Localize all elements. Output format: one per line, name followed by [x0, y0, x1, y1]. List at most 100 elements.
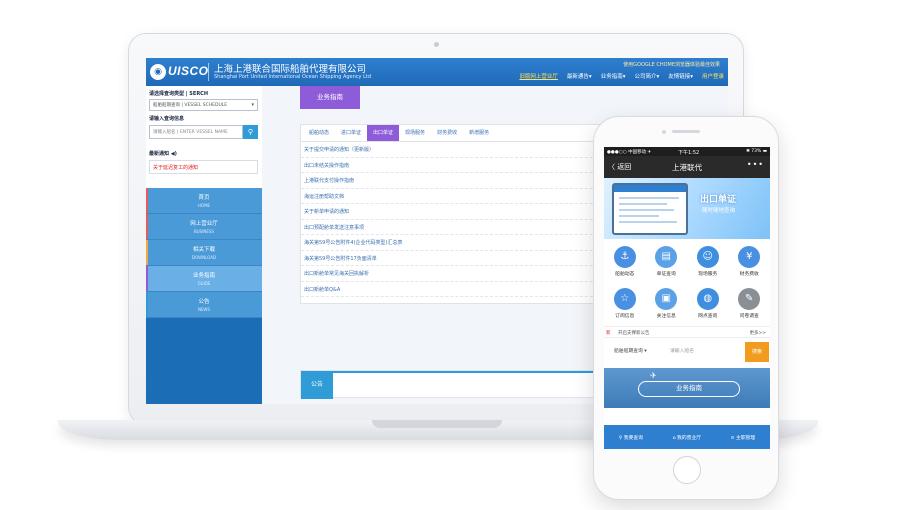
menu-item-business[interactable]: 网上营业厅 BUSINESS	[146, 214, 262, 240]
feature-onsite-service[interactable]: ☺ 现场服务	[687, 241, 729, 283]
nav-latest-notice[interactable]: 最新通告▾	[567, 72, 592, 80]
menu-label-en: HOME	[197, 203, 211, 208]
feature-label: 网点查询	[698, 314, 718, 319]
feature-label: 问卷调查	[739, 314, 759, 319]
globe-icon: ◍	[696, 288, 719, 310]
menu-label-en: DOWNLOAD	[191, 255, 217, 260]
menu-item-news[interactable]: 公告 NEWS	[146, 292, 262, 318]
carrier-status: ●●●○○ 中国移动 ✈	[607, 150, 652, 155]
feature-follow[interactable]: ▣ 关注信息	[646, 283, 688, 325]
phone-home-button[interactable]	[673, 456, 701, 484]
chevron-down-icon: ▾	[251, 102, 254, 108]
phone-title: 上港联代	[672, 163, 702, 172]
menu-label-en: GUIDE	[197, 281, 211, 286]
site-header: ◉ UISCO 上海上港联合国际船舶代理有限公司 Shanghai Port U…	[146, 58, 728, 86]
chat-icon: ✎	[738, 288, 761, 310]
star-icon: ☆	[613, 288, 636, 310]
menu-item-download[interactable]: 相关下载 DOWNLOAD	[146, 240, 262, 266]
query-input-label: 请输入查询信息	[149, 116, 185, 122]
feature-grid: ⚓ 船舶动态 ▤ 单证查询 ☺ 现场服务 ¥ 财务费收 ☆ 订阅信息 ▣ 关注信…	[604, 241, 770, 325]
top-nav: 旧版网上营业厅 最新通告▾ 业务指南▾ 公司简介▾ 友情链接▾ 用户登录	[519, 72, 724, 80]
menu-accent-bar	[146, 292, 148, 317]
person-icon: ☺	[696, 246, 719, 268]
banner-subtitle: 随时随地查询	[702, 208, 736, 214]
tab-vessel-status[interactable]: 船舶动态	[303, 125, 335, 141]
phone-bottom-bar: ⚲ 我要查询 ⌂ 我的营业厅 ⊙ 主职管理	[604, 425, 770, 449]
menu-item-home[interactable]: 首页 HOME	[146, 188, 262, 214]
feature-label: 关注信息	[656, 314, 676, 319]
feature-label: 单证查询	[656, 272, 676, 277]
nav-old-hall[interactable]: 旧版网上营业厅	[519, 72, 558, 80]
query-type-select[interactable]: 船舶船期查询 | VESSEL SCHEDULE ▾	[149, 99, 258, 111]
notice-tag: 新	[606, 331, 611, 336]
tab-import-docs[interactable]: 进口单证	[335, 125, 367, 141]
guide-button[interactable]: 业务指南	[638, 381, 740, 397]
battery-status: ✱ 73% ▬	[746, 149, 767, 154]
phone-search-button[interactable]: 搜索	[745, 342, 769, 362]
feature-label: 订阅信息	[615, 314, 635, 319]
menu-accent-bar	[146, 188, 148, 213]
bottom-tab-hall[interactable]: ⌂ 我的营业厅	[672, 434, 701, 441]
phone-query-select[interactable]: 船舶船期查询 ▾	[614, 347, 647, 354]
query-type-value: 船舶船期查询 | VESSEL SCHEDULE	[153, 103, 228, 108]
logo-icon: ◉	[150, 64, 166, 80]
phone-camera	[662, 130, 666, 134]
feature-finance[interactable]: ¥ 财务费收	[729, 241, 771, 283]
menu-label-cn: 业务指南	[192, 273, 215, 279]
paper-plane-icon: ✈	[650, 371, 657, 380]
tab-onsite-service[interactable]: 现场服务	[399, 125, 431, 141]
feature-label: 财务费收	[739, 272, 759, 277]
logo-divider	[208, 63, 209, 81]
phone-notice-row[interactable]: 新 开启支撑新公告 更多>>	[604, 326, 770, 338]
browser-notice: 使用GOOGLE CHOME浏览器体验最佳效果	[623, 62, 720, 68]
search-icon[interactable]: ⚲	[243, 125, 258, 139]
menu-label-cn: 网上营业厅	[190, 221, 218, 227]
feature-subscribe[interactable]: ☆ 订阅信息	[604, 283, 646, 325]
vessel-name-input[interactable]: 请输入船名 | ENTER VESSEL NAME	[149, 125, 243, 139]
menu-label-en: BUSINESS	[194, 229, 214, 234]
side-menu: 首页 HOME 网上营业厅 BUSINESS 相关下载 DOWNLOAD 业务指…	[146, 188, 262, 404]
banner-title: 出口单证	[700, 195, 737, 205]
phone-query-row: 船舶船期查询 ▾ 请输入船名 搜索	[604, 342, 770, 362]
monitor-icon: ▣	[655, 288, 678, 310]
tab-export-docs[interactable]: 出口单证	[367, 125, 400, 141]
logo-text[interactable]: UISCO	[168, 64, 209, 78]
left-panel: 请选择查询类型 | SERCH 船舶船期查询 | VESSEL SCHEDULE…	[146, 86, 262, 404]
company-name-cn: 上海上港联合国际船舶代理有限公司	[214, 64, 367, 75]
more-icon[interactable]: •••	[747, 160, 764, 169]
tab-notice[interactable]: 公告	[301, 371, 333, 399]
menu-item-guide[interactable]: 业务指南 GUIDE	[146, 266, 262, 292]
money-icon: ¥	[738, 246, 761, 268]
tab-finance[interactable]: 财务费收	[431, 125, 463, 141]
feature-outlet-query[interactable]: ◍ 网点查询	[687, 283, 729, 325]
menu-label-cn: 首页	[198, 195, 210, 201]
menu-accent-bar	[146, 240, 148, 265]
latest-news-label: 最新通知 ◀)	[149, 151, 177, 157]
phone-titlebar: 〈 返回 上港联代 •••	[604, 156, 770, 178]
export-docs-banner[interactable]: 出口单证 随时随地查询	[604, 178, 770, 239]
feature-label: 船舶动态	[615, 272, 635, 277]
nav-business-guide[interactable]: 业务指南▾	[601, 72, 626, 80]
feature-doc-query[interactable]: ▤ 单证查询	[646, 241, 688, 283]
tab-new-service[interactable]: 新增服务	[463, 125, 495, 141]
bottom-tab-query[interactable]: ⚲ 我要查询	[619, 434, 643, 441]
phone-screen: ●●●○○ 中国移动 ✈ 下午1:52 ✱ 73% ▬ 〈 返回 上港联代 ••…	[604, 147, 770, 449]
query-type-label: 请选择查询类型 | SERCH	[149, 91, 209, 97]
feature-vessel-status[interactable]: ⚓ 船舶动态	[604, 241, 646, 283]
mockup-stage: ◉ UISCO 上海上港联合国际船舶代理有限公司 Shanghai Port U…	[0, 0, 900, 510]
feature-survey[interactable]: ✎ 问卷调查	[729, 283, 771, 325]
page-title: 业务指南	[300, 86, 360, 109]
phone-vessel-input[interactable]: 请输入船名	[670, 347, 694, 354]
guide-banner[interactable]: ✈ 业务指南	[604, 368, 770, 408]
menu-label-cn: 公告	[198, 299, 210, 305]
company-name-en: Shanghai Port United International Ocean…	[214, 74, 372, 80]
nav-links[interactable]: 友情链接▾	[668, 72, 693, 80]
notice-text: 开启支撑新公告	[618, 331, 650, 336]
notice-more-link[interactable]: 更多>>	[749, 330, 766, 336]
bottom-tab-manage[interactable]: ⊙ 主职管理	[731, 434, 756, 441]
document-icon: ▤	[655, 246, 678, 268]
latest-news-item[interactable]: 关于延迟复工的通知	[149, 160, 258, 174]
nav-company-intro[interactable]: 公司简介▾	[634, 72, 659, 80]
ship-icon: ⚓	[613, 246, 636, 268]
nav-login[interactable]: 用户登录	[702, 72, 724, 80]
